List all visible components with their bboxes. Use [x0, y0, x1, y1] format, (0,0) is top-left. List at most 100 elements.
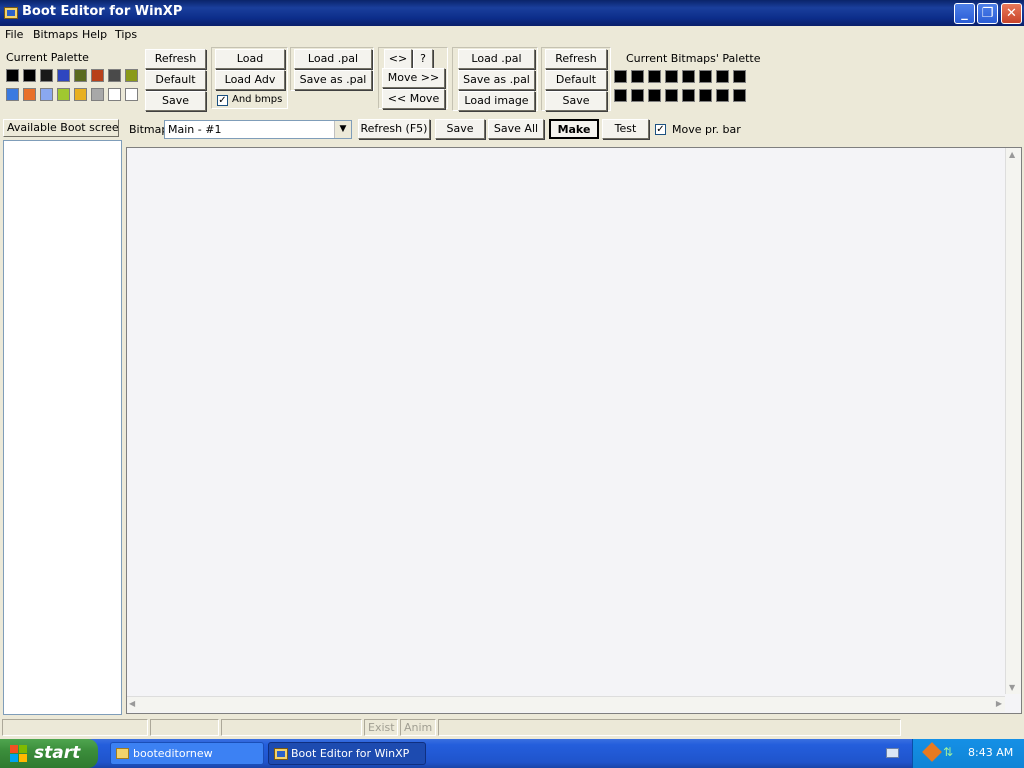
load-image-button[interactable]: Load image	[458, 91, 535, 111]
start-button[interactable]: start	[0, 739, 98, 768]
status-anim: Anim	[400, 719, 436, 736]
help-button[interactable]: ?	[413, 49, 433, 69]
palette-swatch[interactable]	[91, 69, 104, 82]
palette-refresh-button[interactable]: Refresh	[145, 49, 206, 69]
current-palette-label: Current Palette	[6, 51, 89, 64]
bitmap-save-as-pal-button[interactable]: Save as .pal	[458, 70, 535, 90]
status-cell	[221, 719, 362, 736]
scroll-up-icon[interactable]: ▲	[1009, 150, 1015, 159]
restore-button[interactable]: ❐	[977, 3, 998, 24]
folder-icon	[116, 748, 129, 759]
window-title: Boot Editor for WinXP	[22, 4, 183, 19]
status-cell	[150, 719, 219, 736]
palette-swatch[interactable]	[631, 89, 644, 102]
system-tray: ⇅ 8:43 AM	[912, 739, 1024, 768]
palette-swatch[interactable]	[74, 88, 87, 101]
load-pal-button[interactable]: Load .pal	[294, 49, 372, 69]
close-button[interactable]: ✕	[1001, 3, 1022, 24]
palette-swatch[interactable]	[40, 88, 53, 101]
status-bar: Exist Anim	[0, 717, 1024, 739]
swap-button[interactable]: <>	[384, 49, 412, 69]
save-as-pal-button[interactable]: Save as .pal	[294, 70, 372, 90]
palette-swatch[interactable]	[74, 69, 87, 82]
task-booteditornew[interactable]: booteditornew	[110, 742, 264, 765]
menu-bar: File Bitmaps Help Tips	[0, 26, 1024, 45]
scroll-left-icon[interactable]: ◀	[129, 699, 135, 708]
app-icon	[274, 748, 288, 760]
palette-swatch[interactable]	[682, 70, 695, 83]
save-all-button[interactable]: Save All	[488, 119, 544, 139]
palette-swatch[interactable]	[665, 70, 678, 83]
palette-swatch[interactable]	[91, 88, 104, 101]
status-cell	[2, 719, 148, 736]
palette-swatch[interactable]	[648, 70, 661, 83]
bitmap-label: Bitmap	[129, 123, 169, 136]
palette-swatch[interactable]	[614, 70, 627, 83]
boot-screens-list[interactable]	[3, 140, 122, 715]
clock[interactable]: 8:43 AM	[968, 746, 1013, 759]
title-bar[interactable]: Boot Editor for WinXP _ ❐ ✕	[0, 0, 1024, 26]
scroll-right-icon[interactable]: ▶	[996, 699, 1002, 708]
refresh-f5-button[interactable]: Refresh (F5)	[358, 119, 430, 139]
menu-file[interactable]: File	[5, 28, 23, 41]
windows-flag-icon	[10, 745, 27, 762]
antivirus-icon[interactable]	[922, 742, 942, 762]
palette-swatch[interactable]	[665, 89, 678, 102]
palette-swatch[interactable]	[682, 89, 695, 102]
horizontal-scrollbar[interactable]: ◀ ▶	[127, 696, 1005, 712]
palette-swatch[interactable]	[125, 69, 138, 82]
test-button[interactable]: Test	[602, 119, 649, 139]
menu-tips[interactable]: Tips	[115, 28, 137, 41]
bitmap-palette-save-button[interactable]: Save	[545, 91, 607, 111]
bitmap-select[interactable]: Main - #1 ▼	[164, 120, 352, 139]
palette-swatch[interactable]	[716, 70, 729, 83]
bitmap-load-pal-button[interactable]: Load .pal	[458, 49, 535, 69]
menu-help[interactable]: Help	[82, 28, 107, 41]
bitmap-palette-refresh-button[interactable]: Refresh	[545, 49, 607, 69]
bitmap-save-button[interactable]: Save	[435, 119, 485, 139]
start-label: start	[34, 743, 81, 763]
chevron-down-icon[interactable]: ▼	[334, 121, 351, 138]
bitmap-palette-default-button[interactable]: Default	[545, 70, 607, 90]
palette-swatch[interactable]	[648, 89, 661, 102]
palette-swatch[interactable]	[6, 88, 19, 101]
palette-swatch[interactable]	[57, 69, 70, 82]
minimize-button[interactable]: _	[954, 3, 975, 24]
palette-swatch[interactable]	[108, 88, 121, 101]
keyboard-icon[interactable]	[886, 748, 899, 758]
palette-swatch[interactable]	[631, 70, 644, 83]
bitmaps-palette-label: Current Bitmaps' Palette	[626, 52, 761, 65]
move-right-button[interactable]: Move >>	[382, 68, 445, 88]
menu-bitmaps[interactable]: Bitmaps	[33, 28, 78, 41]
load-button[interactable]: Load	[215, 49, 285, 69]
task-label: booteditornew	[133, 747, 213, 760]
move-pr-bar-checkbox[interactable]: ✓	[655, 124, 666, 135]
taskbar: start booteditornew Boot Editor for WinX…	[0, 739, 1024, 768]
scroll-down-icon[interactable]: ▼	[1009, 683, 1015, 692]
palette-swatch[interactable]	[23, 88, 36, 101]
palette-swatch[interactable]	[614, 89, 627, 102]
bitmap-canvas[interactable]	[126, 147, 1022, 714]
task-boot-editor[interactable]: Boot Editor for WinXP	[268, 742, 426, 765]
palette-default-button[interactable]: Default	[145, 70, 206, 90]
network-icon[interactable]: ⇅	[943, 745, 953, 759]
make-button[interactable]: Make	[549, 119, 599, 139]
available-boot-screens-header[interactable]: Available Boot screens	[3, 119, 119, 137]
palette-swatch[interactable]	[108, 69, 121, 82]
palette-swatch[interactable]	[23, 69, 36, 82]
palette-swatch[interactable]	[699, 70, 712, 83]
vertical-scrollbar[interactable]: ▲ ▼	[1005, 148, 1021, 694]
palette-swatch[interactable]	[125, 88, 138, 101]
palette-swatch[interactable]	[733, 70, 746, 83]
load-adv-button[interactable]: Load Adv	[215, 70, 285, 90]
move-left-button[interactable]: << Move	[382, 89, 445, 109]
palette-swatch[interactable]	[6, 69, 19, 82]
palette-swatch[interactable]	[57, 88, 70, 101]
palette-swatch[interactable]	[733, 89, 746, 102]
and-bmps-checkbox[interactable]: ✓	[217, 95, 228, 106]
palette-swatch[interactable]	[716, 89, 729, 102]
palette-save-button[interactable]: Save	[145, 91, 206, 111]
bitmap-select-value: Main - #1	[168, 123, 222, 136]
palette-swatch[interactable]	[40, 69, 53, 82]
palette-swatch[interactable]	[699, 89, 712, 102]
